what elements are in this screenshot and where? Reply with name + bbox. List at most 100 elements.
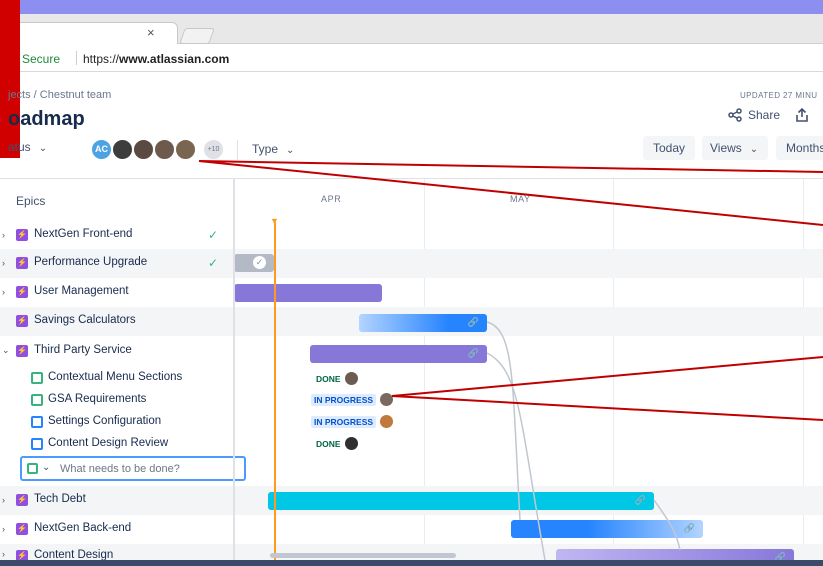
epic-row[interactable]: ⌄ ⚡ Third Party Service xyxy=(0,337,233,366)
chevron-right-icon[interactable]: › xyxy=(2,524,5,534)
type-filter-label: Type xyxy=(252,142,279,156)
check-icon: ✓ xyxy=(253,256,266,269)
type-filter-button[interactable]: Type ⌄ xyxy=(252,142,294,156)
chevron-down-icon: ⌄ xyxy=(286,145,295,156)
chevron-right-icon[interactable]: › xyxy=(2,495,5,505)
chevron-right-icon[interactable]: › xyxy=(2,549,5,559)
chevron-down-icon[interactable]: ⌄ xyxy=(2,345,10,356)
chevron-right-icon[interactable]: › xyxy=(2,230,5,240)
browser-tabbar: × xyxy=(0,14,823,44)
annotation-line xyxy=(198,160,823,226)
status-lozenge[interactable]: DONE xyxy=(313,438,344,450)
epic-label: Third Party Service xyxy=(34,344,132,356)
timeline-bar-performance-upgrade[interactable]: ✓ xyxy=(234,254,274,272)
epic-icon: ⚡ xyxy=(16,345,28,357)
breadcrumb[interactable]: jects / Chestnut team xyxy=(8,89,111,101)
avatar[interactable] xyxy=(111,138,134,161)
month-label-may: MAY xyxy=(510,194,531,204)
link-icon: 🔗 xyxy=(634,495,646,505)
browser-tab[interactable]: × xyxy=(0,22,178,44)
epic-label: NextGen Back-end xyxy=(34,522,132,534)
story-icon xyxy=(31,372,43,384)
task-icon xyxy=(31,416,43,428)
task-icon xyxy=(31,438,43,450)
link-icon: 🔗 xyxy=(467,317,479,327)
timeline-bar-third-party-service[interactable]: 🔗 xyxy=(310,345,487,363)
status-filter-button[interactable]: atus ⌄ xyxy=(8,140,47,154)
today-button[interactable]: Today xyxy=(643,136,695,160)
epics-header-label: Epics xyxy=(16,194,46,208)
today-line xyxy=(274,222,276,566)
avatar-more-count[interactable]: +10 xyxy=(202,138,225,161)
share-icon xyxy=(728,108,742,122)
epic-label: Tech Debt xyxy=(34,493,86,505)
annotation-line xyxy=(391,395,823,421)
status-filter-label: atus xyxy=(8,140,31,154)
chevron-right-icon[interactable]: › xyxy=(2,287,5,297)
close-icon[interactable]: × xyxy=(147,25,155,40)
epic-label: User Management xyxy=(34,285,129,297)
epics-column-divider[interactable] xyxy=(233,179,235,566)
status-lozenge[interactable]: IN PROGRESS xyxy=(311,416,377,428)
views-label: Views xyxy=(710,141,742,155)
new-issue-input[interactable]: ⌄ What needs to be done? xyxy=(20,456,246,481)
timeline-bar-user-management[interactable] xyxy=(234,284,382,302)
new-tab-button[interactable] xyxy=(179,28,215,44)
chevron-down-icon: ⌄ xyxy=(38,143,48,154)
share-button[interactable]: Share xyxy=(728,108,780,122)
month-label-apr: APR xyxy=(321,194,342,204)
window-top-strip xyxy=(0,0,823,14)
epic-row[interactable]: ⚡ Savings Calculators xyxy=(0,307,233,336)
chevron-right-icon[interactable]: › xyxy=(2,258,5,268)
epic-label: Savings Calculators xyxy=(34,314,136,326)
child-issue-label: GSA Requirements xyxy=(48,393,147,405)
timeline-bar-tech-debt[interactable]: 🔗 xyxy=(268,492,654,510)
page-title: oadmap xyxy=(8,108,85,130)
check-icon: ✓ xyxy=(208,228,219,242)
epic-row[interactable]: › ⚡ Performance Upgrade ✓ xyxy=(0,249,233,278)
annotation-line xyxy=(198,160,823,173)
epic-row[interactable]: › ⚡ Tech Debt xyxy=(0,486,233,515)
child-issue-label: Settings Configuration xyxy=(48,415,162,427)
epics-column-header: Epics xyxy=(0,179,233,219)
url-text[interactable]: https://www.atlassian.com xyxy=(83,52,229,66)
url-divider xyxy=(76,51,77,65)
status-lozenge[interactable]: DONE xyxy=(313,373,344,385)
story-icon xyxy=(27,463,38,474)
link-icon: 🔗 xyxy=(467,348,479,358)
new-issue-placeholder: What needs to be done? xyxy=(60,463,180,475)
avatar xyxy=(380,393,393,406)
epic-icon: ⚡ xyxy=(16,523,28,535)
avatar[interactable] xyxy=(174,138,197,161)
avatar[interactable] xyxy=(153,138,176,161)
horizontal-scrollbar[interactable] xyxy=(270,553,456,558)
avatar[interactable] xyxy=(132,138,155,161)
status-lozenge[interactable]: IN PROGRESS xyxy=(311,394,377,406)
epic-icon: ⚡ xyxy=(16,494,28,506)
avatar-ac[interactable]: AC xyxy=(90,138,113,161)
check-icon: ✓ xyxy=(208,256,219,270)
epic-row[interactable]: › ⚡ User Management xyxy=(0,278,233,307)
story-icon xyxy=(31,394,43,406)
epic-icon: ⚡ xyxy=(16,286,28,298)
secure-label: Secure xyxy=(22,52,61,66)
url-domain: www.atlassian.com xyxy=(119,52,230,66)
avatar xyxy=(380,415,393,428)
address-bar[interactable]: Secure https://www.atlassian.com xyxy=(0,44,823,72)
months-button[interactable]: Months xyxy=(776,136,823,160)
avatar xyxy=(345,437,358,450)
timeline-bar-savings-calculators[interactable]: 🔗 xyxy=(359,314,487,332)
epic-row[interactable]: › ⚡ NextGen Front-end ✓ xyxy=(0,221,233,250)
share-label: Share xyxy=(748,108,781,122)
timeline-bar-nextgen-back-end[interactable]: 🔗 xyxy=(511,520,703,538)
epic-icon: ⚡ xyxy=(16,315,28,327)
epic-icon: ⚡ xyxy=(16,229,28,241)
url-prefix: https:// xyxy=(83,52,120,66)
upload-icon[interactable] xyxy=(795,107,809,123)
avatar xyxy=(345,372,358,385)
chevron-down-icon[interactable]: ⌄ xyxy=(42,462,50,473)
epic-row[interactable]: › ⚡ NextGen Back-end xyxy=(0,515,233,544)
epic-label: NextGen Front-end xyxy=(34,228,133,240)
views-button[interactable]: Views ⌄ xyxy=(702,136,768,160)
child-issue-label: Contextual Menu Sections xyxy=(48,371,183,383)
